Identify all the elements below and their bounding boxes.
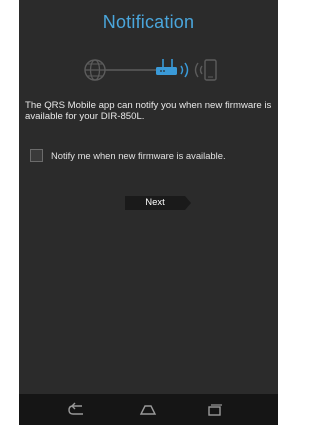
system-navigation-bar <box>19 394 278 425</box>
back-button[interactable] <box>66 402 88 418</box>
network-topology <box>19 50 278 90</box>
page-title: Notification <box>102 12 195 32</box>
next-button[interactable]: Next <box>125 196 191 210</box>
device-frame: Notification The QRS Mobile app can noti… <box>19 0 278 425</box>
notify-checkbox-label[interactable]: Notify me when new firmware is available… <box>51 150 226 161</box>
notification-screen: Notification The QRS Mobile app can noti… <box>19 0 278 394</box>
home-icon <box>139 405 157 415</box>
recent-apps-button[interactable] <box>203 402 225 418</box>
next-button-label[interactable]: Next <box>125 196 185 210</box>
description-text: The QRS Mobile app can notify you when n… <box>25 100 272 122</box>
wireless-signal-icon <box>180 62 203 78</box>
mobile-phone-icon <box>204 59 217 81</box>
notify-checkbox-row[interactable]: Notify me when new firmware is available… <box>30 148 270 162</box>
home-button[interactable] <box>137 402 159 418</box>
recent-apps-icon <box>208 404 222 416</box>
back-icon <box>68 402 83 415</box>
router-icon <box>156 59 177 75</box>
globe-icon <box>84 59 106 81</box>
notify-checkbox[interactable] <box>30 148 43 162</box>
